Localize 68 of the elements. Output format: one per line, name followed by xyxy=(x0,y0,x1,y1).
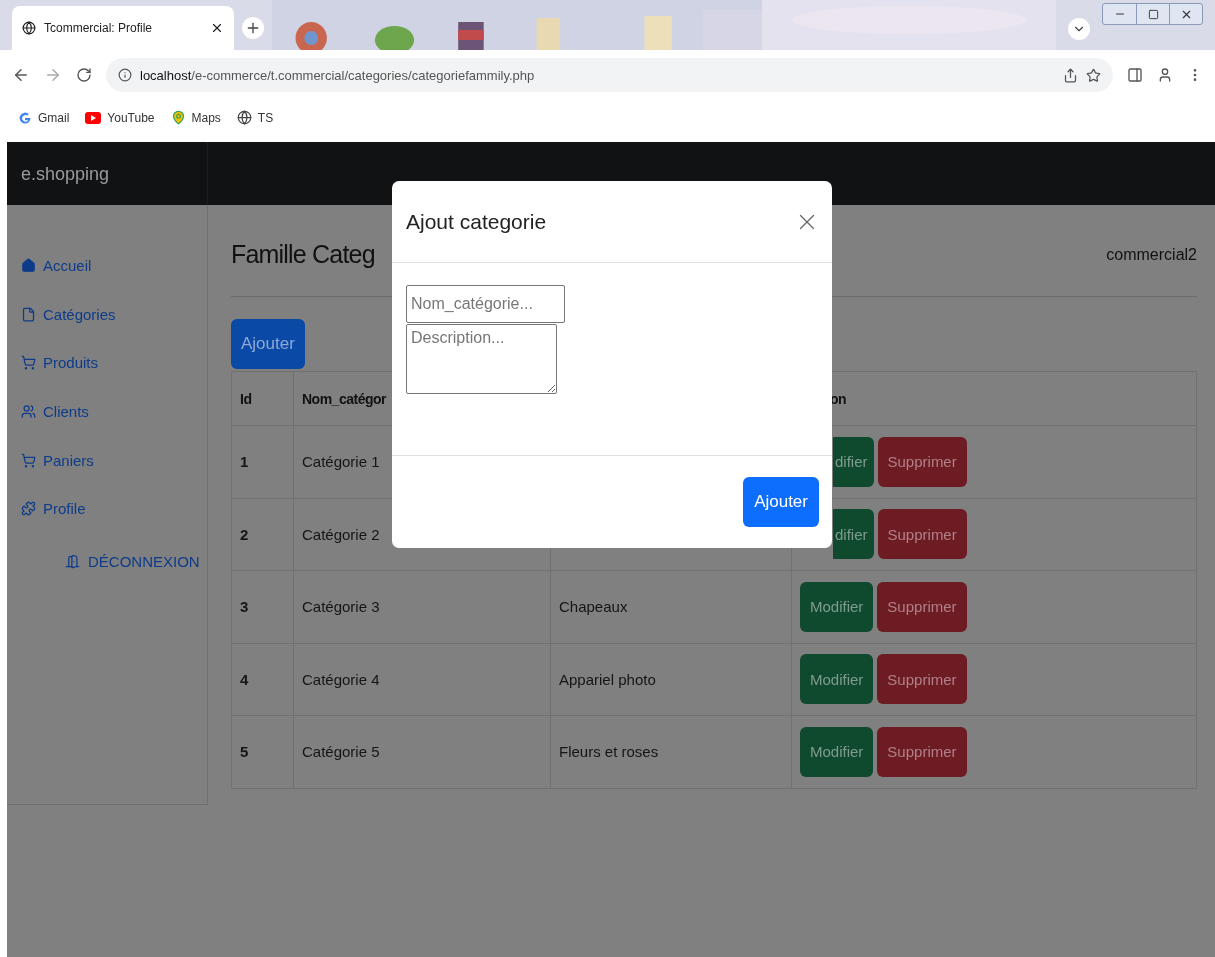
cart-icon xyxy=(21,355,36,371)
door-icon xyxy=(65,554,80,570)
edit-button[interactable]: Modifier xyxy=(800,654,874,705)
tab-search-button[interactable] xyxy=(1068,18,1090,40)
close-icon[interactable] xyxy=(210,21,224,35)
table-cell: Catégorie 3 xyxy=(293,570,551,643)
back-icon[interactable] xyxy=(12,66,30,84)
star-icon[interactable] xyxy=(1086,67,1101,83)
logout-link[interactable]: DÉCONNEXION xyxy=(65,553,207,571)
table-cell: Appariel photo xyxy=(550,643,792,716)
description-input[interactable]: Description... xyxy=(406,324,557,394)
delete-button[interactable]: Supprimer xyxy=(877,726,967,777)
table-cell: 1 xyxy=(231,425,294,498)
bookmark-link[interactable]: YouTube xyxy=(85,110,155,125)
play-icon xyxy=(85,111,102,124)
user-name: commercial2 xyxy=(1106,245,1197,264)
sidebar-link[interactable]: Clients xyxy=(7,387,207,436)
modal-title: Ajout categorie xyxy=(406,209,547,234)
table-cell: Chapeaux xyxy=(550,570,792,643)
restore-icon xyxy=(1147,8,1159,20)
info-icon xyxy=(118,68,132,82)
table-cell: 5 xyxy=(231,715,294,788)
edit-button[interactable]: difier xyxy=(833,436,874,487)
google-icon xyxy=(18,110,32,125)
tab-title: Tcommercial: Profile xyxy=(44,21,154,35)
file-icon xyxy=(21,306,36,322)
new-tab-button[interactable] xyxy=(242,17,264,39)
name-input[interactable]: Nom_catégorie... xyxy=(406,285,565,323)
reload-icon[interactable] xyxy=(76,67,92,83)
browser-tab[interactable]: Tcommercial: Profile xyxy=(12,6,234,50)
address-bar[interactable]: localhost/e-commerce/t.commercial/categories/categoriefammily.php xyxy=(106,58,1113,92)
edit-button[interactable]: difier xyxy=(833,509,874,560)
home-icon xyxy=(21,257,36,273)
share-icon[interactable] xyxy=(1063,67,1078,83)
bookmark-link[interactable]: Gmail xyxy=(18,110,70,125)
table-cell: Catégorie 4 xyxy=(293,643,551,716)
submit-button[interactable]: Ajouter xyxy=(743,477,819,527)
column-header: Id xyxy=(231,371,294,426)
sidebar-link[interactable]: Profile xyxy=(7,484,207,534)
table-cell: 4 xyxy=(231,643,294,716)
table-cell: Fleurs et roses xyxy=(550,715,792,788)
page-title: Famille Categ xyxy=(231,240,375,269)
users-icon xyxy=(21,403,36,419)
sidebar-link[interactable]: Accueil xyxy=(7,241,207,290)
globe-icon xyxy=(22,21,36,35)
delete-button[interactable]: Supprimer xyxy=(877,509,967,560)
url-text: localhost/e-commerce/t.commercial/categories/categoriefammily.php xyxy=(140,67,536,83)
delete-button[interactable]: Supprimer xyxy=(877,436,967,487)
cart-icon xyxy=(21,452,36,468)
side-panel-icon[interactable] xyxy=(1127,67,1143,83)
table-cell: 2 xyxy=(231,498,294,571)
table-cell: Catégorie 5 xyxy=(293,715,551,788)
edit-button[interactable]: Modifier xyxy=(800,726,874,777)
bookmark-link[interactable]: Maps xyxy=(170,110,221,125)
bookmark-link[interactable]: TS xyxy=(236,110,274,125)
sidebar-link[interactable]: Catégories xyxy=(7,289,207,339)
profile-icon[interactable] xyxy=(1157,67,1173,83)
sidebar-link[interactable]: Paniers xyxy=(7,435,207,485)
add-button[interactable]: Ajouter xyxy=(231,319,305,369)
map-pin-icon xyxy=(170,110,186,125)
globe-icon xyxy=(236,110,252,125)
puzzle-icon xyxy=(21,501,36,517)
delete-button[interactable]: Supprimer xyxy=(877,654,967,705)
delete-button[interactable]: Supprimer xyxy=(877,581,967,632)
edit-button[interactable]: Modifier xyxy=(800,581,874,632)
plus-icon xyxy=(245,20,261,36)
sidebar-link[interactable]: Produits xyxy=(7,338,207,388)
table-cell: 3 xyxy=(231,570,294,643)
